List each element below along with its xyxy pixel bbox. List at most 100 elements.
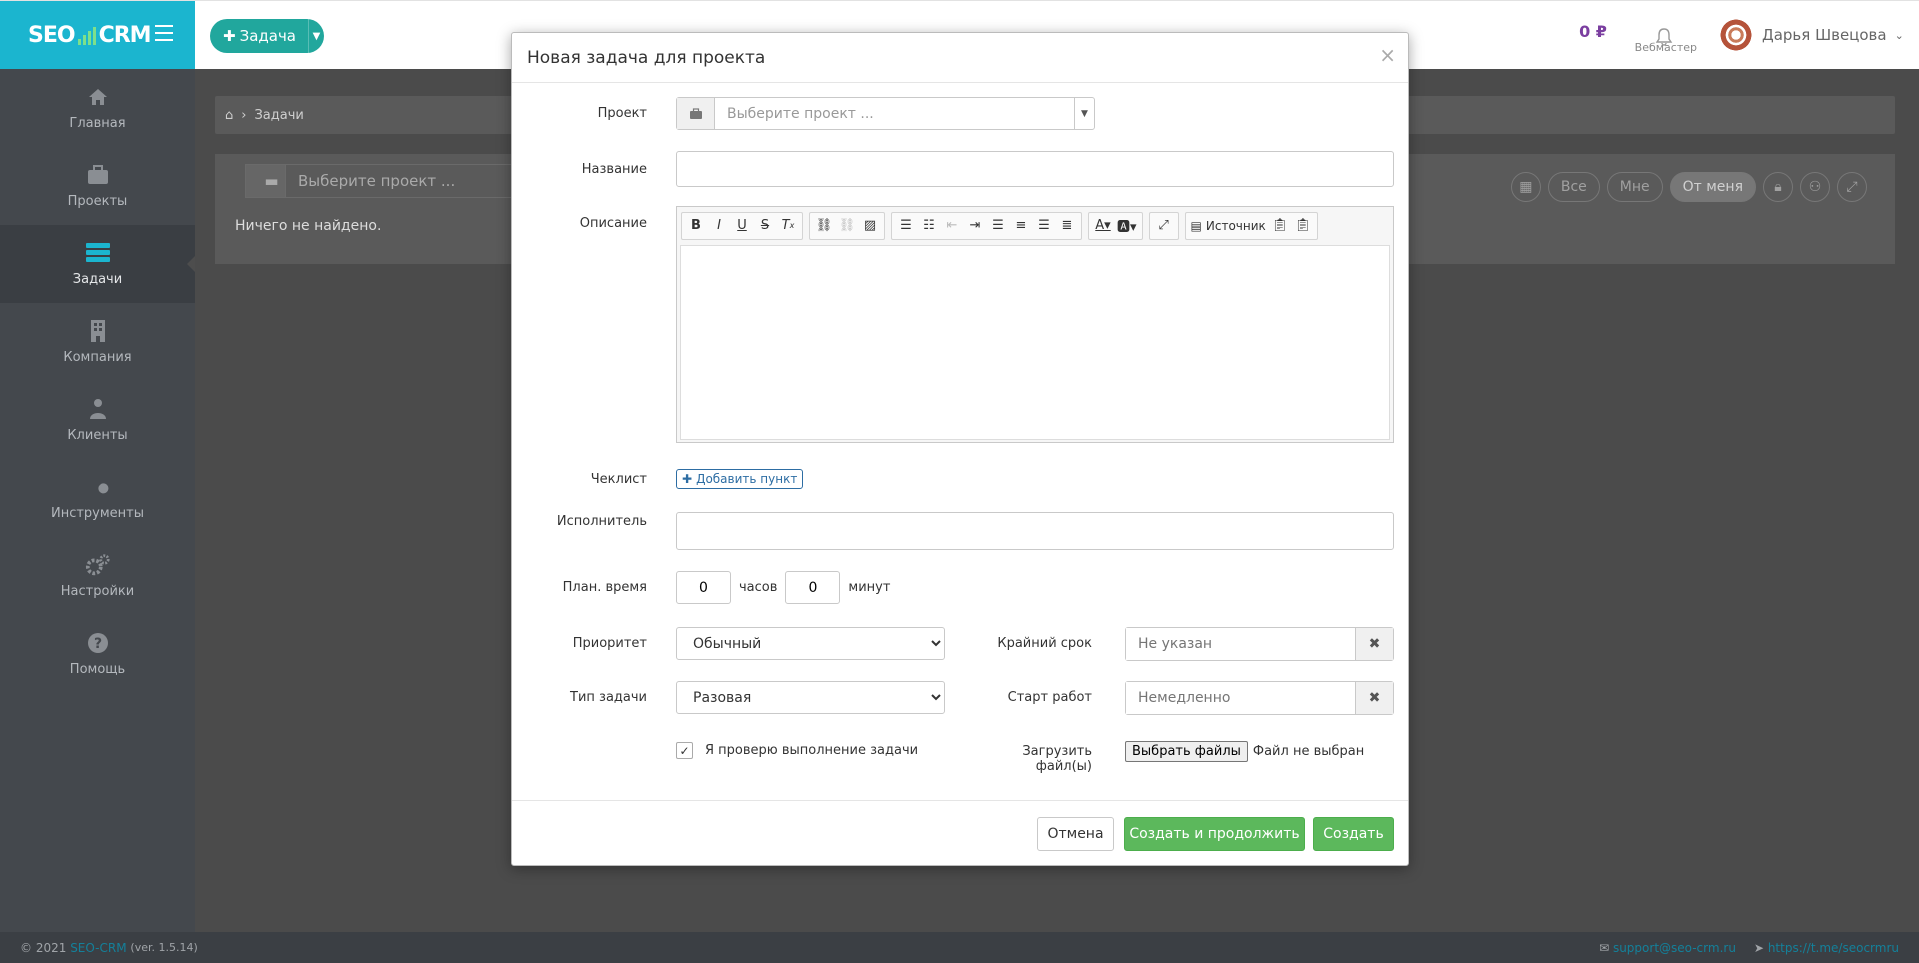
clear-deadline-icon[interactable]: ✖ xyxy=(1355,628,1393,660)
create-continue-button[interactable]: Создать и продолжить xyxy=(1124,817,1305,851)
list-group: ☰ ☷ ⇤ ⇥ ☰ ≡ ☰ ≣ xyxy=(891,211,1082,240)
task-filters: ▦ Все Мне От меня 🔒︎ ⚇ ⤢ xyxy=(1510,172,1867,202)
expand-icon[interactable]: ⤢ xyxy=(1837,172,1867,202)
copyright: © 2021 xyxy=(20,940,67,955)
telegram-link[interactable]: https://t.me/seocrmru xyxy=(1768,941,1899,955)
user-menu[interactable]: Дарья Швецова ⌄ xyxy=(1718,17,1904,53)
source-label: Источник xyxy=(1205,218,1266,233)
binoculars-icon[interactable]: ⚇ xyxy=(1800,172,1830,202)
footer-contacts: ✉ support@seo-crm.ru ➤ https://t.me/seoc… xyxy=(1599,932,1899,963)
assignee-label: Исполнитель xyxy=(556,513,647,529)
description-edit-area[interactable] xyxy=(680,245,1390,440)
description-label: Описание xyxy=(579,215,647,231)
name-input[interactable] xyxy=(676,151,1394,187)
telegram-contact[interactable]: ➤ https://t.me/seocrmru xyxy=(1754,941,1899,955)
priority-select[interactable]: Обычный xyxy=(676,627,945,660)
create-button[interactable]: Создать xyxy=(1313,817,1394,851)
strikethrough-icon[interactable]: S xyxy=(754,215,776,237)
logo[interactable]: SEO CRM xyxy=(0,1,195,70)
project-label: Проект xyxy=(597,106,647,121)
lock-icon[interactable]: 🔒︎ xyxy=(1763,172,1793,202)
unlink-icon: ⛓ xyxy=(838,218,856,233)
assignee-input[interactable] xyxy=(676,512,1394,550)
sidebar-item-projects[interactable]: Проекты xyxy=(0,147,195,225)
project-filter[interactable]: ▬ Выберите проект ... xyxy=(245,164,525,198)
task-type-select[interactable]: Разовая xyxy=(676,681,945,714)
align-left-icon[interactable]: ☰ xyxy=(987,215,1009,237)
source-button[interactable]: ▤ Источник xyxy=(1189,215,1268,237)
chevron-down-icon: ⌄ xyxy=(1894,28,1904,42)
name-row: Название xyxy=(512,151,647,187)
sidebar-item-help[interactable]: ? Помощь xyxy=(0,615,195,693)
sidebar-item-company[interactable]: Компания xyxy=(0,303,195,381)
sidebar-item-tasks[interactable]: Задачи xyxy=(0,225,195,303)
home-icon[interactable]: ⌂ xyxy=(225,108,233,123)
paste-text-icon[interactable]: 📋︎ xyxy=(1269,215,1291,237)
cancel-button[interactable]: Отмена xyxy=(1037,817,1114,851)
indent-icon[interactable]: ⇥ xyxy=(964,215,986,237)
background-color-icon[interactable]: 🅰︎▾ xyxy=(1115,215,1139,237)
bell-icon[interactable] xyxy=(1655,27,1673,51)
plus-icon: ✚ xyxy=(223,27,236,45)
bold-icon[interactable]: B xyxy=(685,215,707,237)
sidebar-item-label: Настройки xyxy=(60,583,135,599)
email-contact[interactable]: ✉ support@seo-crm.ru xyxy=(1599,941,1736,955)
tasks-icon xyxy=(85,242,111,264)
bulleted-list-icon[interactable]: ☷ xyxy=(918,215,940,237)
close-icon[interactable]: × xyxy=(1379,43,1396,67)
calendar-icon[interactable]: ▦ xyxy=(1510,172,1541,202)
filter-from-me[interactable]: От меня xyxy=(1669,172,1756,202)
paste-word-icon[interactable]: 📋︎ xyxy=(1292,215,1314,237)
new-task-button[interactable]: ✚ Задача ▼ xyxy=(210,19,324,53)
plus-icon: ✚ xyxy=(682,472,693,486)
balance[interactable]: 0 ₽ Вебмастер xyxy=(1562,23,1697,55)
filter-mine[interactable]: Мне xyxy=(1606,172,1663,202)
hours-input[interactable] xyxy=(676,571,731,604)
sidebar-item-label: Задачи xyxy=(72,271,123,287)
new-task-main[interactable]: ✚ Задача xyxy=(210,19,310,53)
maximize-icon[interactable]: ⤢ xyxy=(1153,215,1175,237)
sidebar-item-clients[interactable]: Клиенты xyxy=(0,381,195,459)
clear-start-icon[interactable]: ✖ xyxy=(1355,682,1393,714)
minutes-input[interactable] xyxy=(785,571,841,604)
verify-checkbox[interactable]: ✓ xyxy=(676,742,693,759)
hours-unit: часов xyxy=(739,580,778,595)
align-justify-icon[interactable]: ≣ xyxy=(1056,215,1078,237)
source-icon: ▤ xyxy=(1190,218,1202,233)
building-icon xyxy=(85,319,111,342)
avatar xyxy=(1718,17,1754,53)
image-icon[interactable]: ▨ xyxy=(859,215,881,237)
deadline-field: ✖ xyxy=(1125,627,1394,661)
sidebar-item-home[interactable]: Главная xyxy=(0,69,195,147)
sidebar-item-tools[interactable]: Инструменты xyxy=(0,459,195,537)
choose-files-button[interactable]: Выбрать файлы xyxy=(1125,741,1248,762)
caret-down-icon[interactable]: ▼ xyxy=(1074,98,1094,129)
new-task-dropdown-icon[interactable]: ▼ xyxy=(309,31,324,42)
briefcase-icon: ▬ xyxy=(246,165,286,197)
email-link[interactable]: support@seo-crm.ru xyxy=(1613,941,1736,955)
text-color-icon[interactable]: A▾ xyxy=(1092,215,1114,237)
remove-format-icon[interactable]: Tx xyxy=(777,215,799,237)
user-name: Дарья Швецова xyxy=(1762,26,1887,44)
link-icon[interactable]: ⛓ xyxy=(813,215,835,237)
link-group: ⛓ ⛓ ▨ xyxy=(809,211,885,240)
wrench-icon xyxy=(85,476,111,498)
add-checklist-item-button[interactable]: ✚ Добавить пункт xyxy=(676,469,804,489)
align-center-icon[interactable]: ≡ xyxy=(1010,215,1032,237)
menu-toggle-icon[interactable] xyxy=(155,25,173,41)
gears-icon xyxy=(85,553,111,576)
underline-icon[interactable]: U xyxy=(731,215,753,237)
outdent-icon: ⇤ xyxy=(946,218,958,233)
new-task-modal: Новая задача для проекта × Проект Выбери… xyxy=(511,32,1409,866)
project-select[interactable]: Выберите проект ... ▼ xyxy=(676,97,1095,130)
italic-icon[interactable]: I xyxy=(708,215,730,237)
deadline-input[interactable] xyxy=(1126,628,1355,660)
footer-brand-link[interactable]: SEO-CRM xyxy=(70,941,126,955)
numbered-list-icon[interactable]: ☰ xyxy=(895,215,917,237)
description-row: Описание xyxy=(512,213,647,233)
verify-control: ✓ Я проверю выполнение задачи xyxy=(676,742,918,759)
filter-all[interactable]: Все xyxy=(1547,172,1600,202)
align-right-icon[interactable]: ☰ xyxy=(1033,215,1055,237)
start-input[interactable] xyxy=(1126,682,1355,714)
sidebar-item-settings[interactable]: Настройки xyxy=(0,537,195,615)
